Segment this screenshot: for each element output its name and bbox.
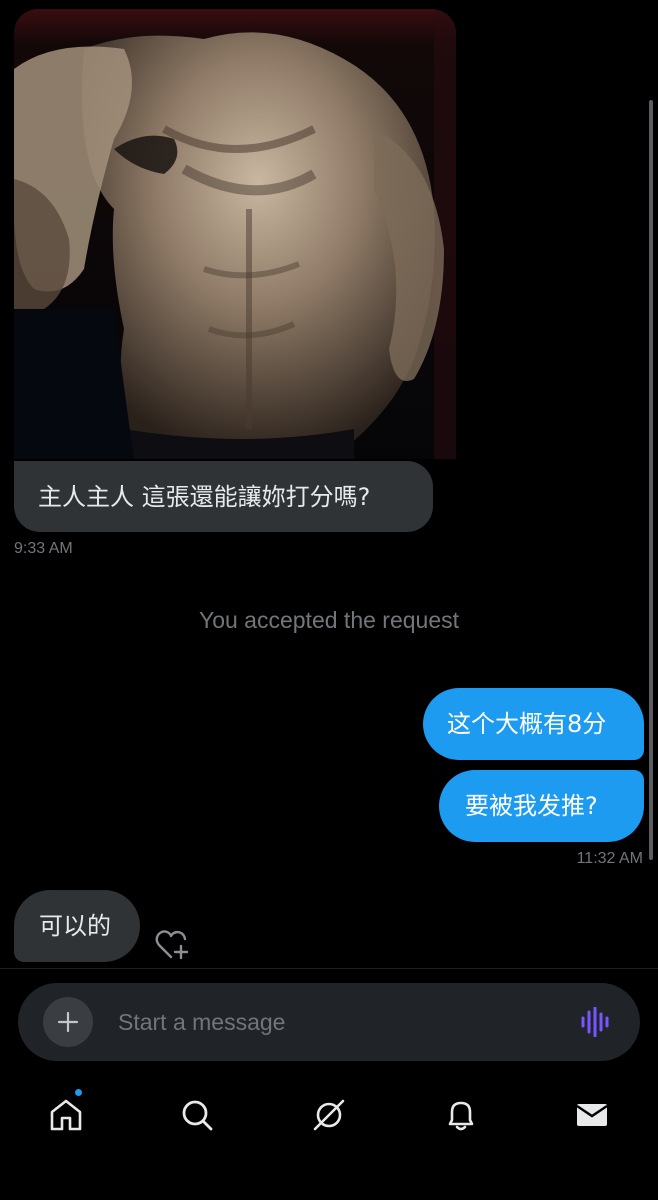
mail-icon xyxy=(576,1104,608,1126)
message-bubble-incoming[interactable]: 主人主人 這張還能讓妳打分嗎? xyxy=(14,461,433,532)
tab-messages[interactable] xyxy=(567,1090,617,1140)
divider xyxy=(0,968,658,969)
add-reaction-button[interactable] xyxy=(154,928,190,962)
add-media-button[interactable] xyxy=(43,997,93,1047)
message-text: 这个大概有8分 xyxy=(447,710,607,738)
message-bubble-incoming[interactable]: 可以的 xyxy=(14,890,140,962)
scrollbar[interactable] xyxy=(649,100,653,860)
home-icon xyxy=(50,1099,82,1131)
voice-message-button[interactable] xyxy=(580,1006,612,1038)
tab-notifications[interactable] xyxy=(436,1090,486,1140)
heart-plus-icon xyxy=(155,930,189,960)
search-icon xyxy=(182,1100,213,1131)
message-timestamp: 11:32 AM xyxy=(576,850,643,867)
message-bubble-outgoing[interactable]: 这个大概有8分 xyxy=(423,688,644,760)
dm-conversation-screen: 主人主人 這張還能讓妳打分嗎? 9:33 AM You accepted the… xyxy=(0,0,658,1200)
message-timestamp: 9:33 AM xyxy=(14,540,73,557)
message-text: 主人主人 這張還能讓妳打分嗎? xyxy=(38,482,371,511)
bell-icon xyxy=(448,1101,474,1131)
grok-icon xyxy=(313,1099,345,1131)
image-message[interactable] xyxy=(14,9,456,459)
message-input[interactable] xyxy=(118,1005,558,1039)
tab-search[interactable] xyxy=(172,1090,222,1140)
bottom-tab-bar xyxy=(0,1076,658,1200)
message-composer xyxy=(18,983,640,1061)
notification-dot xyxy=(74,1088,83,1097)
tab-grok[interactable] xyxy=(304,1090,354,1140)
voice-wave-icon xyxy=(581,1006,609,1038)
system-notice: You accepted the request xyxy=(198,607,460,633)
tab-home[interactable] xyxy=(41,1090,91,1140)
message-bubble-outgoing[interactable]: 要被我发推? xyxy=(439,770,644,842)
shirtless-photo xyxy=(14,9,456,459)
message-text: 可以的 xyxy=(39,912,111,940)
message-text: 要被我发推? xyxy=(465,792,598,820)
plus-icon xyxy=(57,1011,79,1033)
